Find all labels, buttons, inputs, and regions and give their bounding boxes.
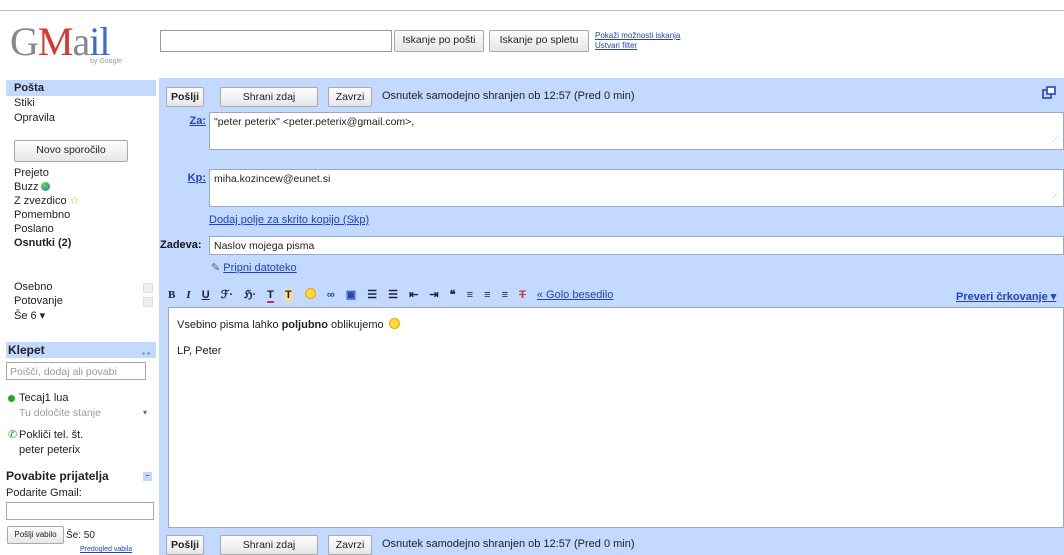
message-body-editor[interactable]: Vsebino pisma lahko poljubno oblikujemo … <box>168 307 1064 528</box>
link-icon[interactable]: ∞ <box>327 289 335 301</box>
chat-controls-icon[interactable]: ▪ ▪ <box>142 346 150 362</box>
discard-button[interactable]: Zavrzi <box>328 87 372 107</box>
font-icon[interactable]: ℱ· <box>221 288 233 301</box>
cc-value: miha.kozincew@eunet.si <box>214 173 331 185</box>
buzz-icon <box>41 182 51 191</box>
body-suffix: oblikujemo <box>328 319 384 331</box>
starred-label: Z zvezdico <box>14 195 67 207</box>
indent-less-icon[interactable]: ⇤ <box>409 288 418 301</box>
send-invite-button[interactable]: Pošlji vabilo <box>7 526 64 544</box>
chat-call-phone-link[interactable]: Pokliči tel. št. <box>19 429 83 442</box>
discard-button-bottom[interactable]: Zavrzi <box>328 535 372 555</box>
draft-status-bottom: Osnutek samodejno shranjen ob 12:57 (Pre… <box>382 538 635 550</box>
collapse-icon[interactable]: − <box>143 472 152 481</box>
add-bcc-link[interactable]: Dodaj polje za skrito kopijo (Skp) <box>209 214 369 226</box>
send-button-bottom[interactable]: Pošlji <box>166 535 204 555</box>
top-border <box>0 10 1064 11</box>
attach-file-link[interactable]: Pripni datoteko <box>223 262 296 274</box>
bulleted-list-icon[interactable]: ☰ <box>388 288 398 301</box>
sidebar-item-sent[interactable]: Poslano <box>14 223 54 236</box>
emoticon-icon[interactable] <box>303 288 316 301</box>
remove-formatting-icon[interactable]: T <box>519 289 526 301</box>
indent-more-icon[interactable]: ⇥ <box>429 288 438 301</box>
send-button[interactable]: Pošlji <box>166 87 204 107</box>
cc-field[interactable]: miha.kozincew@eunet.si ⋰ <box>209 169 1064 207</box>
highlight-color-icon[interactable]: T <box>284 289 292 301</box>
align-center-icon[interactable]: ≡ <box>484 289 490 301</box>
buzz-label: Buzz <box>14 181 39 193</box>
draft-status: Osnutek samodejno shranjen ob 12:57 (Pre… <box>382 90 635 102</box>
resize-grip-icon[interactable]: ⋰ <box>1052 133 1059 147</box>
chat-status-input[interactable]: Tu določite stanje <box>19 407 101 420</box>
show-search-options-link[interactable]: Pokaži možnosti iskanja <box>595 31 680 41</box>
save-now-button-bottom[interactable]: Shrani zdaj <box>220 535 318 555</box>
chat-contact[interactable]: peter peterix <box>19 444 80 457</box>
font-size-icon[interactable]: ℌ· <box>244 288 256 301</box>
sidebar-label-travel[interactable]: Potovanje <box>14 295 63 308</box>
spellcheck-link[interactable]: Preveri črkovanje ▾ <box>956 290 1056 303</box>
cc-label[interactable]: Kp: <box>166 172 206 184</box>
subject-input[interactable]: Naslov mojega pisma <box>209 236 1064 255</box>
search-input[interactable] <box>160 30 392 52</box>
bold-icon[interactable]: B <box>168 289 175 301</box>
star-icon: ☆ <box>69 195 80 207</box>
invites-remaining: Še: 50 <box>66 530 95 541</box>
italic-icon[interactable]: I <box>186 289 190 301</box>
body-prefix: Vsebino pisma lahko <box>177 319 282 331</box>
body-line-1: Vsebino pisma lahko poljubno oblikujemo <box>177 318 1055 331</box>
sidebar-item-drafts[interactable]: Osnutki (2) <box>14 237 71 250</box>
numbered-list-icon[interactable]: ☰ <box>367 288 377 301</box>
sidebar-label-personal[interactable]: Osebno <box>14 281 53 294</box>
invite-email-input[interactable] <box>6 502 154 520</box>
status-dropdown-icon[interactable]: ▾ <box>143 408 147 417</box>
invite-title: Povabite prijatelja <box>6 469 109 483</box>
sidebar-item-starred[interactable]: Z zvezdico ☆ <box>14 195 80 208</box>
gmail-logo[interactable]: GMail by Google <box>10 22 150 68</box>
online-status-icon <box>8 395 15 402</box>
sidebar-item-contacts[interactable]: Stiki <box>14 97 35 110</box>
align-left-icon[interactable]: ≡ <box>467 289 473 301</box>
sidebar-item-inbox[interactable]: Prejeto <box>14 167 49 180</box>
image-icon[interactable]: ▣ <box>346 288 356 301</box>
chat-title: Klepet <box>8 343 45 357</box>
smiley-icon <box>388 318 400 329</box>
align-right-icon[interactable]: ≡ <box>502 289 508 301</box>
search-mail-button[interactable]: Iskanje po pošti <box>394 30 484 52</box>
search-web-button[interactable]: Iskanje po spletu <box>489 30 589 52</box>
sidebar-item-buzz[interactable]: Buzz <box>14 181 51 194</box>
search-links: Pokaži možnosti iskanja Ustvari filter <box>595 31 680 51</box>
label-color-box[interactable] <box>143 283 153 293</box>
phone-icon: ✆ <box>8 429 18 441</box>
formatting-toolbar: B I U ℱ· ℌ· T T ∞ ▣ ☰ ☰ ⇤ ⇥ ❝ ≡ ≡ ≡ T « … <box>168 288 1064 304</box>
plain-text-link[interactable]: « Golo besedilo <box>537 289 613 301</box>
quote-icon[interactable]: ❝ <box>450 288 456 301</box>
chat-user-name: Tecaj1 lua <box>19 392 69 404</box>
attach-file[interactable]: ✎ Pripni datoteko <box>211 261 297 274</box>
sidebar-item-tasks[interactable]: Opravila <box>14 112 55 125</box>
body-bold-word: poljubno <box>281 319 328 331</box>
invite-subtitle: Podarite Gmail: <box>6 487 82 499</box>
to-label[interactable]: Za: <box>166 115 207 127</box>
underline-icon[interactable]: U <box>202 289 210 301</box>
label-color-box[interactable] <box>143 297 153 307</box>
popout-icon[interactable] <box>1042 86 1056 100</box>
chat-header: Klepet ▪ ▪ <box>6 342 156 358</box>
to-value: "peter peterix" <peter.peterix@gmail.com… <box>214 116 415 128</box>
paperclip-icon: ✎ <box>211 262 221 274</box>
sidebar-more-labels[interactable]: Še 6 ▾ <box>14 310 45 323</box>
create-filter-link[interactable]: Ustvari filter <box>595 41 680 51</box>
sidebar-item-important[interactable]: Pomembno <box>14 209 70 222</box>
chat-search-input[interactable]: Poišči, dodaj ali povabi <box>6 362 146 380</box>
text-color-icon[interactable]: T <box>267 289 274 303</box>
sidebar-item-mail[interactable]: Pošta <box>14 82 44 95</box>
subject-label: Zadeva: <box>160 239 202 251</box>
resize-grip-icon[interactable]: ⋰ <box>1052 190 1059 204</box>
invite-preview-link[interactable]: Predogled vabila <box>80 546 132 553</box>
compose-new-button[interactable]: Novo sporočilo <box>14 140 128 162</box>
signature: LP, Peter <box>177 345 222 357</box>
to-field[interactable]: "peter peterix" <peter.peterix@gmail.com… <box>209 112 1064 150</box>
logo-byline: by Google <box>90 58 122 65</box>
save-now-button[interactable]: Shrani zdaj <box>220 87 318 107</box>
